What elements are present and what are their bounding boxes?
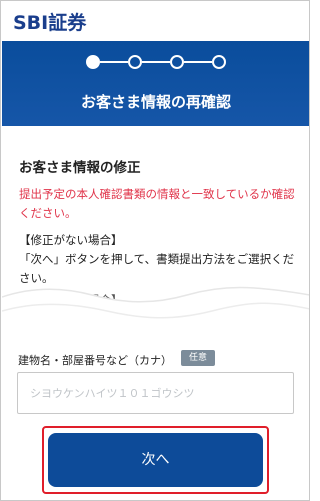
step-indicator <box>86 55 226 69</box>
page-title: お客さま情報の再確認 <box>80 93 231 111</box>
section-title: お客さま情報の修正 <box>19 160 141 176</box>
step-3-dot <box>170 55 184 69</box>
next-button[interactable]: 次へ <box>48 433 263 487</box>
step-1-dot <box>86 55 100 69</box>
step-connector <box>184 61 212 63</box>
app-frame: SBI証券 お客さま情報の再確認 お客さま情報の修正 提出予定の本人確認書類の情… <box>0 0 310 501</box>
step-2-dot <box>128 55 142 69</box>
building-name-label: 建物名・部屋番号など（カナ） <box>18 354 172 367</box>
step-connector <box>142 61 170 63</box>
building-name-input[interactable] <box>17 372 294 414</box>
brand-logo[interactable]: SBI証券 <box>13 8 86 35</box>
optional-badge: 任意 <box>181 350 215 366</box>
warning-text: 提出予定の本人確認書類の情報と一致しているか確認ください。 <box>19 187 295 220</box>
step-connector <box>100 61 128 63</box>
content-fold-wave <box>2 286 309 333</box>
page-header: お客さま情報の再確認 <box>2 41 309 126</box>
logo-bar: SBI証券 <box>2 2 309 41</box>
no-correction-heading: 【修正がない場合】 <box>19 233 123 247</box>
step-4-dot <box>212 55 226 69</box>
